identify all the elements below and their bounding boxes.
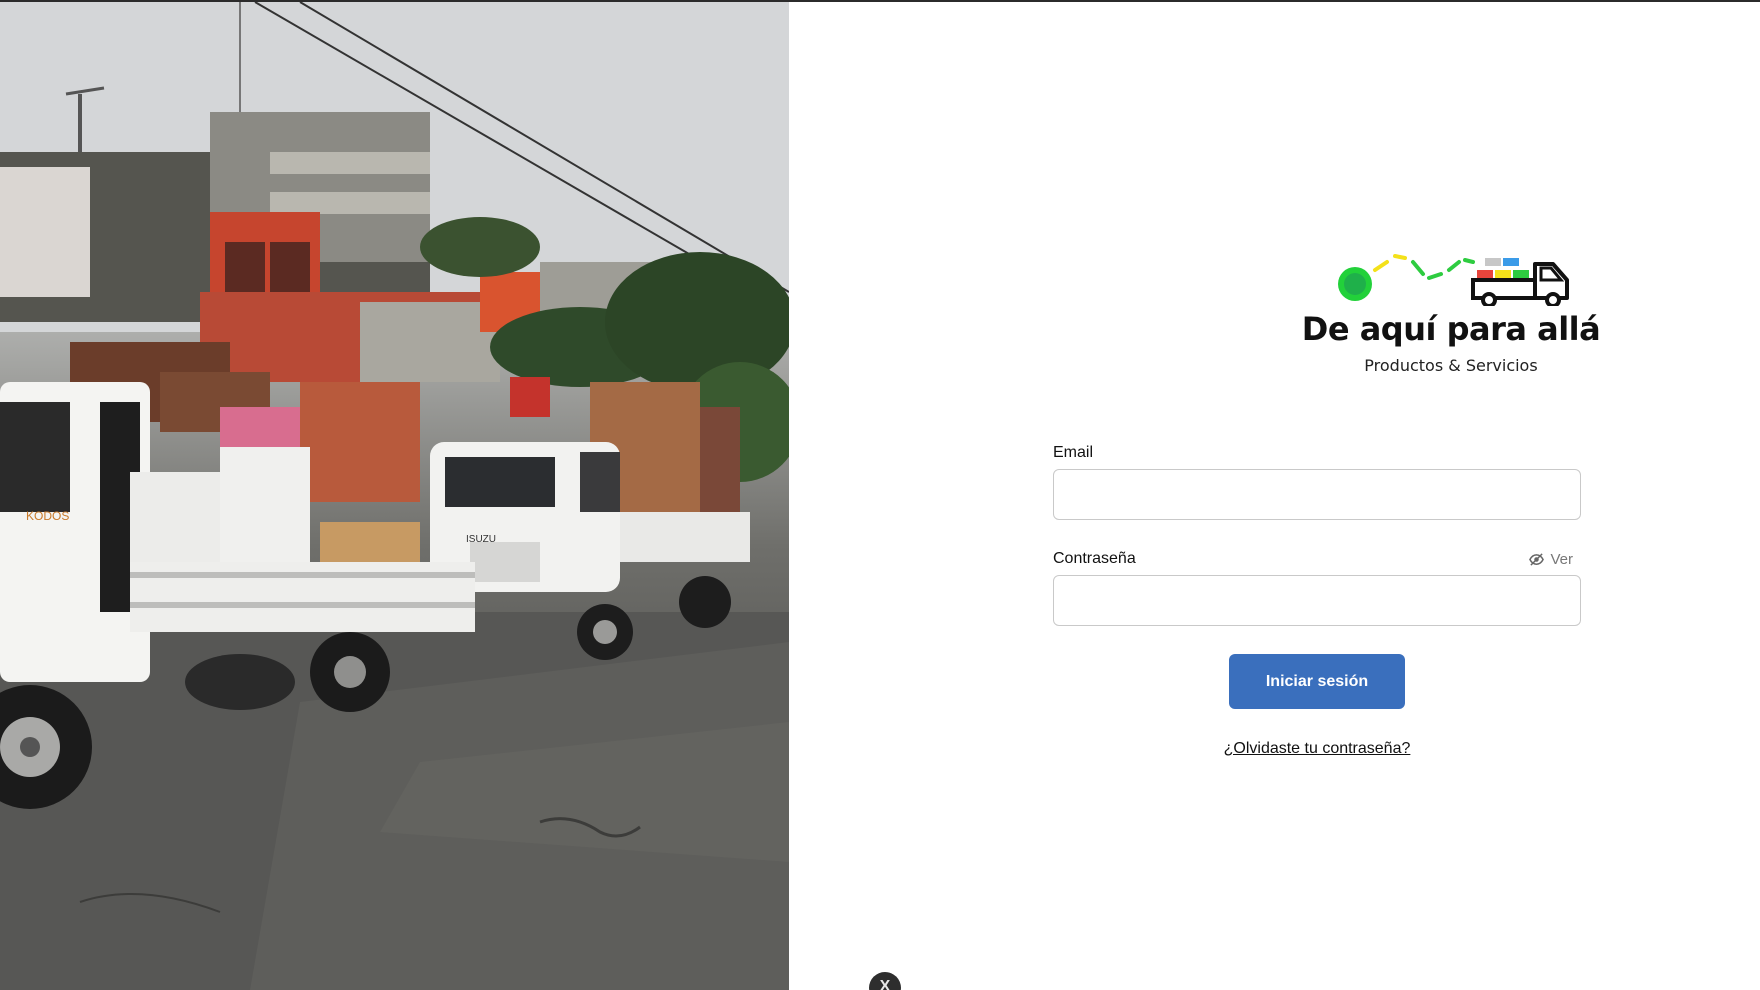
email-label: Email (1053, 444, 1094, 461)
password-label-row: Contraseña Ver (1053, 549, 1581, 569)
forgot-wrap: ¿Olvidaste tu contraseña? (1053, 740, 1581, 758)
login-form: Email Contraseña Ver Iniciar sesión ¿Olv… (1053, 443, 1581, 758)
brand-title: De aquí para allá (1301, 310, 1601, 348)
hero-photo: KODOS ISUZU (0, 2, 789, 990)
login-panel: De aquí para allá Productos & Servicios … (789, 2, 1760, 990)
forgot-password-link[interactable]: ¿Olvidaste tu contraseña? (1224, 740, 1411, 757)
brand-subtitle: Productos & Servicios (1364, 356, 1538, 375)
login-page: KODOS ISUZU De aquí para allá Productos … (0, 0, 1760, 990)
login-button[interactable]: Iniciar sesión (1229, 654, 1405, 709)
email-label-row: Email (1053, 443, 1581, 463)
password-label: Contraseña (1053, 550, 1136, 567)
svg-text:ISUZU: ISUZU (466, 534, 496, 545)
field-spacer (1053, 520, 1581, 549)
delivery-truck-logo-icon (1338, 254, 1569, 306)
show-password-toggle[interactable]: Ver (1529, 551, 1573, 568)
password-field[interactable] (1053, 575, 1581, 626)
svg-text:KODOS: KODOS (26, 509, 69, 523)
brand-logo (1171, 240, 1731, 306)
show-password-label: Ver (1550, 550, 1573, 568)
brand-block: De aquí para allá Productos & Servicios (1171, 240, 1731, 375)
email-field[interactable] (1053, 469, 1581, 520)
photo-trucks-icon: KODOS ISUZU (0, 2, 789, 990)
submit-wrap: Iniciar sesión (1053, 654, 1581, 709)
eye-off-icon (1529, 552, 1545, 566)
